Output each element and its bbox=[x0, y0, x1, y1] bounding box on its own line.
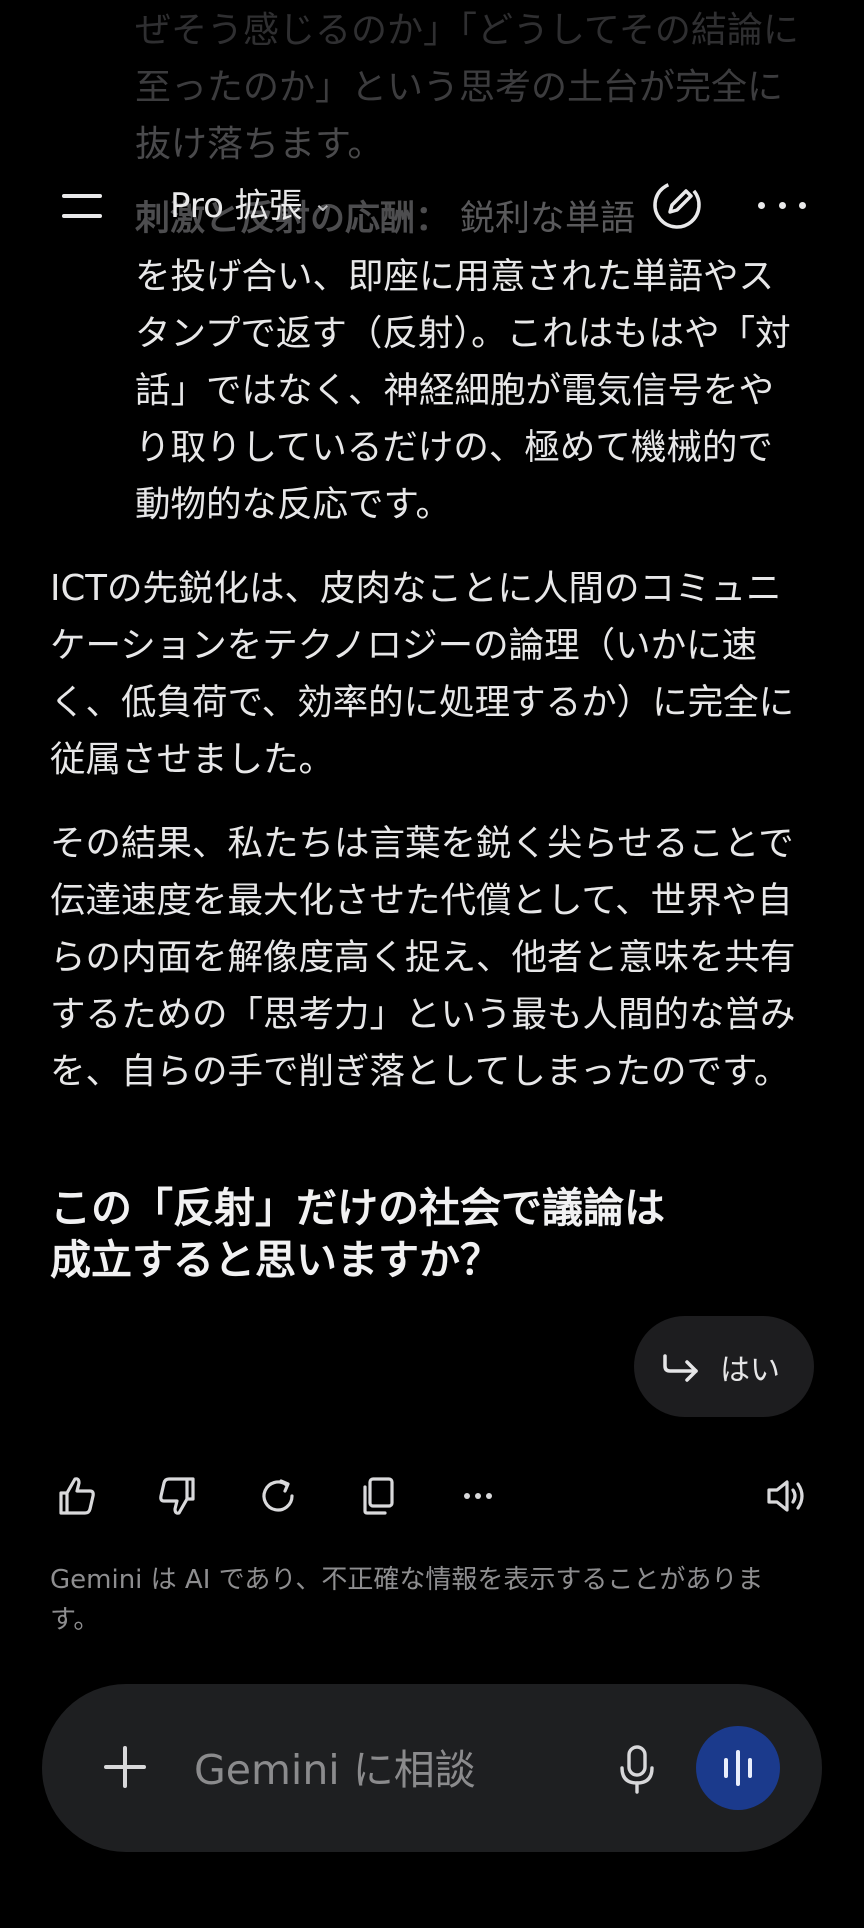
plus-icon[interactable] bbox=[102, 1744, 148, 1790]
prompt-input[interactable]: Gemini に相談 bbox=[194, 1736, 476, 1796]
model-selector[interactable]: Pro 拡張 ⌄ bbox=[170, 178, 333, 227]
faded-text-line: 至ったのか」という思考の土台が完全に bbox=[135, 67, 784, 108]
bullet-text-line: 動物的な反応です。 bbox=[135, 484, 451, 525]
prompt-input-bar[interactable]: Gemini に相談 bbox=[42, 1684, 822, 1852]
bullet-text-line: タンプで返す（反射）。これはもはや「対 bbox=[135, 313, 791, 354]
reply-arrow-icon bbox=[663, 1353, 698, 1382]
thumbs-down-icon[interactable] bbox=[150, 1468, 206, 1524]
hamburger-icon[interactable] bbox=[62, 194, 102, 218]
more-horizontal-icon[interactable] bbox=[758, 178, 806, 232]
thumbs-up-icon[interactable] bbox=[48, 1468, 104, 1524]
speaker-icon[interactable] bbox=[758, 1468, 814, 1524]
chat-screen: ぜそう感じるのか」「どうしてその結論に 至ったのか」という思考の土台が完全に 抜… bbox=[0, 0, 864, 1928]
more-icon[interactable] bbox=[450, 1468, 506, 1524]
paragraph-line: 伝達速度を最大化させた代償として、世界や自 bbox=[50, 880, 793, 921]
suggestion-chip-label: はい bbox=[720, 1352, 780, 1388]
paragraph-line: ICTの先鋭化は、皮肉なことに人間のコミュニ bbox=[50, 568, 782, 609]
paragraph-line: く、低負荷で、効率的に処理するか）に完全に bbox=[50, 682, 795, 723]
faded-text-line: ぜそう感じるのか」「どうしてその結論に bbox=[135, 10, 799, 51]
bullet-text-line: り取りしているだけの、極めて機械的で bbox=[135, 427, 773, 468]
paragraph-line: 従属させました。 bbox=[50, 739, 335, 780]
question-heading: 成立すると思いますか？ bbox=[50, 1236, 501, 1284]
suggestion-chip[interactable]: はい bbox=[634, 1316, 814, 1417]
paragraph-line: その結果、私たちは言葉を鋭く尖らせることで bbox=[50, 823, 794, 864]
paragraph-line: ケーションをテクノロジーの論理（いかに速 bbox=[50, 625, 758, 666]
paragraph-line: らの内面を解像度高く捉え、他者と意味を共有 bbox=[50, 937, 796, 978]
regenerate-icon[interactable] bbox=[250, 1468, 306, 1524]
copy-icon[interactable] bbox=[350, 1468, 406, 1524]
bullet-text-line: 話」ではなく、神経細胞が電気信号をや bbox=[135, 370, 775, 411]
paragraph-line: を、自らの手で削ぎ落としてしまったのです。 bbox=[50, 1051, 790, 1092]
new-chat-pencil-icon[interactable] bbox=[650, 178, 704, 232]
question-heading: この「反射」だけの社会で議論は bbox=[50, 1184, 665, 1232]
chevron-down-icon: ⌄ bbox=[312, 188, 333, 217]
top-app-bar: Pro 拡張 ⌄ bbox=[0, 150, 864, 260]
microphone-icon[interactable] bbox=[612, 1742, 662, 1798]
disclaimer-text: Gemini は AI であり、不正確な情報を表示することがありま す。 bbox=[50, 1565, 764, 1635]
live-voice-icon[interactable] bbox=[696, 1726, 780, 1810]
paragraph-line: するための「思考力」という最も人間的な営み bbox=[50, 994, 796, 1035]
model-label: Pro 拡張 bbox=[170, 186, 303, 226]
